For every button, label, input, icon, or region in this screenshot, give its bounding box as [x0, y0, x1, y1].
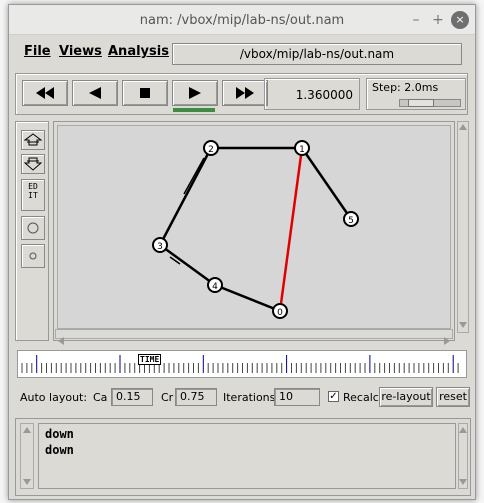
dot-tool[interactable]	[21, 244, 45, 268]
time-display: 1.360000	[264, 78, 360, 110]
step-slider-thumb[interactable]	[408, 99, 434, 107]
node-4[interactable]: 4	[207, 277, 223, 293]
annotation-right-scroll-arrows-icon	[459, 427, 467, 485]
maximize-button[interactable]: +	[429, 11, 447, 29]
iterations-label: Iterations	[223, 391, 276, 404]
playback-controls: 1.360000 Step: 2.0ms	[15, 73, 468, 115]
timeline-ticks	[21, 355, 459, 373]
circle-icon	[27, 222, 39, 234]
link-3-4	[159, 243, 216, 287]
window-title: nam: /vbox/mip/lab-ns/out.nam	[139, 13, 345, 28]
annotation-left-scrollbar[interactable]	[20, 423, 34, 489]
annotation-line: down	[45, 443, 74, 457]
zoom-in-tool[interactable]	[21, 130, 45, 150]
packet-2-3	[183, 157, 205, 195]
link-1-5	[300, 147, 353, 220]
menu-views[interactable]: Views	[59, 44, 102, 59]
rewind-button[interactable]	[72, 80, 118, 106]
play-active-indicator	[173, 108, 215, 112]
node-5-label: 5	[348, 216, 354, 226]
iterations-input[interactable]: 10	[274, 388, 320, 406]
node-1[interactable]: 1	[294, 140, 310, 156]
recalc-checkbox[interactable]: ✓	[328, 391, 339, 402]
edit-tool[interactable]: EDIT	[21, 179, 45, 211]
vertical-scroll-arrows-icon	[459, 124, 467, 328]
link-1-0	[278, 147, 304, 312]
step-slider[interactable]	[399, 99, 461, 107]
edit-tool-label: EDIT	[28, 182, 38, 200]
node-0-label: 0	[277, 308, 283, 318]
recalc-label: Recalc	[343, 391, 379, 404]
auto-layout-label: Auto layout:	[20, 391, 88, 404]
play-icon	[189, 87, 201, 99]
zoom-out-icon	[24, 157, 42, 171]
node-0[interactable]: 0	[272, 303, 288, 319]
step-label: Step: 2.0ms	[372, 81, 439, 94]
annotation-scroll-arrows-icon	[23, 427, 31, 485]
rewind-fast-button[interactable]	[22, 80, 68, 106]
tool-panel: EDIT	[15, 121, 49, 341]
annotation-text-area[interactable]: down down	[38, 423, 456, 489]
cr-label: Cr	[161, 391, 174, 404]
canvas-vertical-scrollbar[interactable]	[457, 121, 469, 333]
annotation-line: down	[45, 427, 74, 441]
ca-input[interactable]: 0.15	[111, 388, 153, 406]
menu-file[interactable]: File	[24, 44, 51, 59]
reset-button[interactable]: reset	[436, 387, 470, 407]
file-path-display: /vbox/mip/lab-ns/out.nam	[172, 43, 462, 65]
play-button[interactable]	[172, 80, 218, 106]
network-canvas[interactable]: 2 1 5 3 4 0	[57, 125, 451, 329]
step-control: Step: 2.0ms	[366, 78, 466, 110]
minimize-button[interactable]: –	[407, 11, 425, 29]
annotation-right-scrollbar[interactable]	[458, 423, 468, 489]
canvas-horizontal-scrollbar[interactable]	[55, 329, 453, 345]
node-2[interactable]: 2	[203, 140, 219, 156]
node-2-label: 2	[208, 145, 214, 155]
stop-button[interactable]	[122, 80, 168, 106]
auto-layout-bar: Auto layout: Ca 0.15 Cr 0.75 Iterations …	[15, 385, 471, 409]
node-5[interactable]: 5	[343, 211, 359, 227]
node-3[interactable]: 3	[152, 237, 168, 253]
close-button[interactable]: ×	[451, 11, 469, 29]
circle-tool[interactable]	[21, 216, 45, 240]
dot-icon	[29, 252, 37, 260]
node-4-label: 4	[212, 282, 218, 292]
stop-icon	[140, 88, 150, 98]
nam-window: nam: /vbox/mip/lab-ns/out.nam – + × File…	[8, 4, 476, 500]
rewind-icon	[89, 87, 101, 99]
fast-forward-button[interactable]	[222, 80, 268, 106]
timeline-bar[interactable]: TIME	[17, 350, 467, 378]
zoom-in-icon	[24, 133, 42, 146]
zoom-out-tool[interactable]	[21, 154, 45, 174]
menu-bar: File Views Analysis /vbox/mip/lab-ns/out…	[9, 39, 477, 67]
annotation-panel: down down	[15, 418, 471, 496]
horizontal-scroll-arrows-icon	[58, 337, 450, 345]
timeline-time-marker[interactable]: TIME	[138, 354, 162, 365]
cr-input[interactable]: 0.75	[175, 388, 217, 406]
link-2-3	[158, 147, 213, 246]
rewind-fast-icon	[36, 87, 54, 99]
relayout-button[interactable]: re-layout	[379, 387, 433, 407]
title-bar: nam: /vbox/mip/lab-ns/out.nam – + ×	[9, 5, 475, 35]
ca-label: Ca	[93, 391, 108, 404]
fast-forward-icon	[236, 87, 254, 99]
link-4-0	[214, 283, 281, 313]
network-topology: 2 1 5 3 4 0	[152, 140, 359, 319]
node-1-label: 1	[299, 145, 305, 155]
menu-analysis[interactable]: Analysis	[108, 44, 169, 59]
animation-canvas-frame: 2 1 5 3 4 0	[53, 121, 455, 341]
node-3-label: 3	[157, 242, 163, 252]
